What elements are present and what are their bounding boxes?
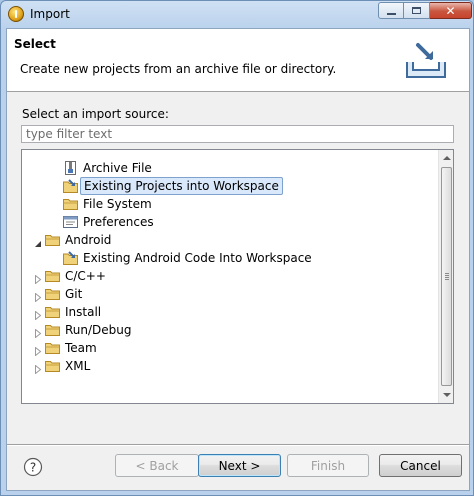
folder-icon: [63, 197, 78, 211]
tree-item-label: Run/Debug: [65, 323, 132, 337]
tree-item-label: C/C++: [65, 269, 106, 283]
dialog-body: Select Create new projects from an archi…: [6, 28, 470, 491]
folder-icon: [45, 359, 60, 373]
expand-twisty-icon[interactable]: [34, 361, 42, 375]
tree-item[interactable]: Android: [22, 231, 436, 249]
maximize-icon: [412, 7, 421, 14]
tree-item[interactable]: Existing Android Code Into Workspace: [22, 249, 436, 267]
tree-item[interactable]: Run/Debug: [22, 321, 436, 339]
grip-line: [445, 273, 449, 274]
tree-item-label: Archive File: [83, 161, 152, 175]
folder-icon: [45, 341, 60, 355]
grip-line: [445, 279, 449, 280]
archive-icon: [63, 161, 78, 175]
eclipse-app-icon: [8, 6, 24, 22]
tree-item[interactable]: Team: [22, 339, 436, 357]
expand-twisty-icon[interactable]: [34, 343, 42, 357]
tree-item[interactable]: C/C++: [22, 267, 436, 285]
scroll-up-icon: [443, 156, 451, 160]
tree-item[interactable]: File System: [22, 195, 436, 213]
import-source-label: Select an import source:: [22, 107, 169, 121]
tree-item-label: Git: [65, 287, 83, 301]
page-description: Create new projects from an archive file…: [20, 62, 337, 76]
projects-icon: [63, 179, 78, 193]
tree-item[interactable]: Archive File: [22, 159, 436, 177]
expand-twisty-icon[interactable]: [34, 289, 42, 303]
minimize-icon: [386, 12, 396, 15]
scroll-down-icon: [443, 393, 451, 397]
tree-item-label: Install: [65, 305, 102, 319]
folder-icon: [45, 305, 60, 319]
folder-icon: [45, 233, 60, 247]
page-title: Select: [14, 37, 56, 51]
import-source-tree[interactable]: XML Team Run/Debug Install Git C/C++ Existing …: [21, 149, 454, 404]
folder-icon: [45, 323, 60, 337]
tree-item[interactable]: XML: [22, 357, 436, 375]
button-bar-separator: [7, 444, 469, 446]
tree-item-label: Android: [65, 233, 112, 247]
expand-twisty-icon[interactable]: [34, 307, 42, 321]
folder-icon: [45, 269, 60, 283]
import-dialog: Import ✕ Select Create new projects from…: [0, 0, 474, 496]
maximize-button[interactable]: [404, 2, 430, 19]
filter-input[interactable]: [21, 125, 454, 143]
vertical-scrollbar[interactable]: [438, 150, 453, 403]
minimize-button[interactable]: [378, 2, 404, 19]
expand-twisty-icon[interactable]: [34, 271, 42, 285]
svg-text:?: ?: [30, 461, 36, 475]
grip-line: [445, 277, 449, 278]
finish-button[interactable]: Finish: [287, 454, 369, 477]
tree-item[interactable]: Install: [22, 303, 436, 321]
scroll-thumb[interactable]: [441, 167, 452, 386]
tree-item-label: Existing Projects into Workspace: [80, 177, 283, 195]
android-project-icon: [63, 251, 78, 265]
collapse-twisty-icon[interactable]: [34, 235, 42, 247]
back-button[interactable]: < Back: [115, 454, 199, 477]
close-button[interactable]: ✕: [430, 2, 472, 19]
scroll-up-button[interactable]: [440, 150, 453, 166]
scroll-down-button[interactable]: [440, 387, 453, 403]
tree-item[interactable]: Preferences: [22, 213, 436, 231]
next-button[interactable]: Next >: [198, 454, 281, 477]
window-title: Import: [30, 7, 70, 21]
tree-item-label: Team: [65, 341, 97, 355]
tree-item[interactable]: Git: [22, 285, 436, 303]
help-icon[interactable]: ?: [23, 457, 43, 477]
wizard-header: Select Create new projects from an archi…: [7, 29, 469, 92]
tree-item-label: Existing Android Code Into Workspace: [83, 251, 312, 265]
title-bar[interactable]: Import ✕: [1, 1, 473, 27]
tree-item[interactable]: Existing Projects into Workspace: [22, 177, 436, 195]
expand-twisty-icon[interactable]: [34, 325, 42, 339]
import-wizard-icon: [406, 43, 446, 78]
tree-item-label: XML: [65, 359, 91, 373]
preferences-icon: [63, 215, 78, 229]
tree-item-label: File System: [83, 197, 152, 211]
tree-item-label: Preferences: [83, 215, 154, 229]
cancel-button[interactable]: Cancel: [379, 454, 462, 477]
grip-line: [445, 275, 449, 276]
folder-icon: [45, 287, 60, 301]
close-icon: ✕: [445, 3, 456, 18]
